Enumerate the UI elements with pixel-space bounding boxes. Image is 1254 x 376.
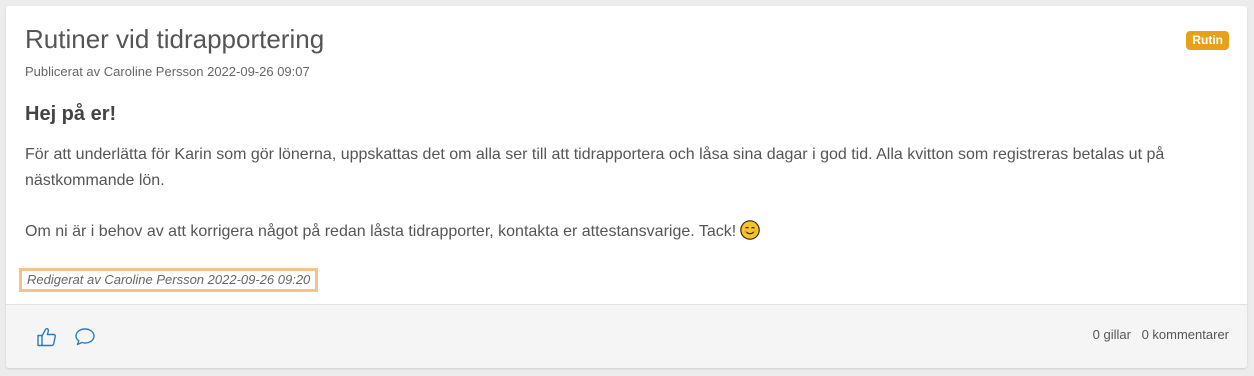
post-stats: 0 gillar 0 kommentarer [1086, 327, 1229, 342]
post-title: Rutiner vid tidrapportering [25, 24, 325, 54]
post-paragraph: För att underlätta för Karin som gör lön… [25, 146, 1165, 189]
edited-info: Redigerat av Caroline Persson 2022-09-26… [19, 268, 319, 292]
speech-bubble-icon[interactable] [73, 325, 97, 349]
smiling-face-icon [740, 220, 761, 240]
post-footer: 0 gillar 0 kommentarer [6, 304, 1247, 368]
post-paragraph-2: Om ni är i behov av att korrigera något … [25, 219, 1235, 245]
category-badge[interactable]: Rutin [1186, 31, 1229, 50]
like-count[interactable]: 0 gillar [1093, 327, 1131, 342]
post-card: Rutiner vid tidrapportering Rutin Public… [6, 6, 1247, 368]
post-greeting: Hej på er! [25, 103, 117, 125]
comment-count[interactable]: 0 kommentarer [1142, 327, 1229, 342]
post-paragraph-2-text: Om ni är i behov av att korrigera något … [25, 223, 737, 240]
published-info: Publicerat av Caroline Persson 2022-09-2… [25, 64, 310, 79]
thumbs-up-icon[interactable] [35, 325, 59, 349]
